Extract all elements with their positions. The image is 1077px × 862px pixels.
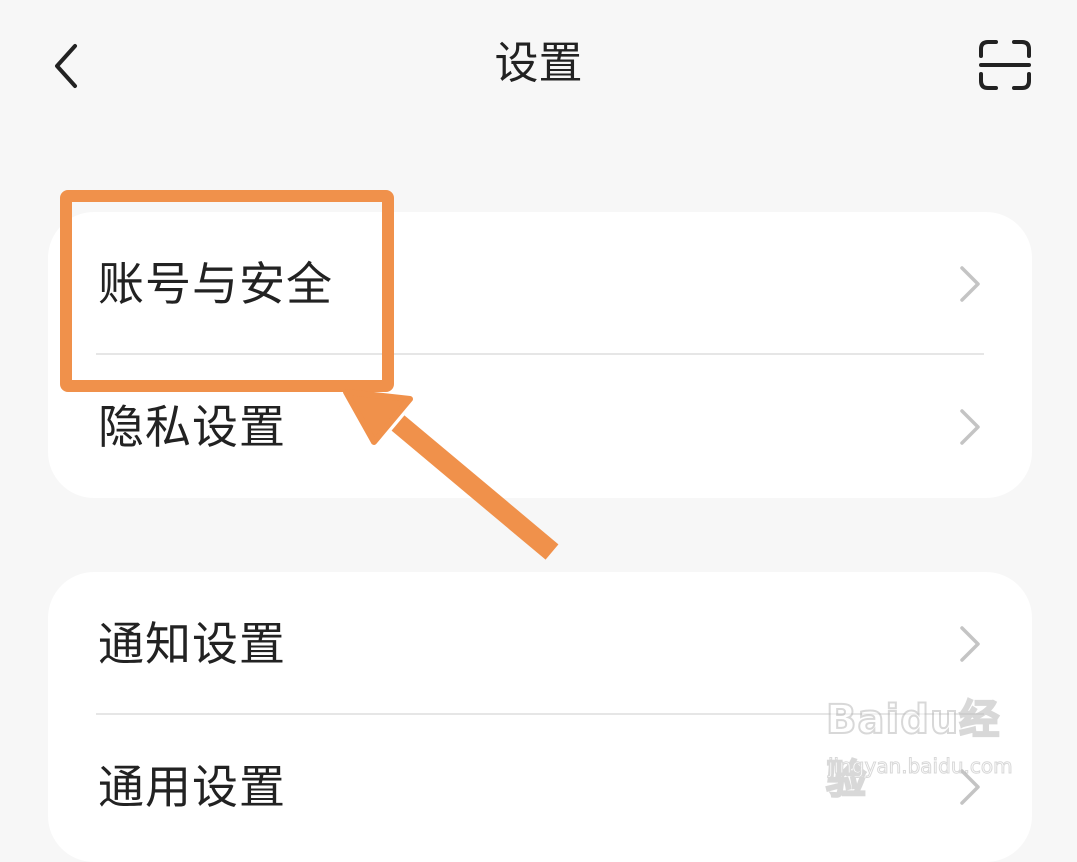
scan-icon <box>979 40 1031 90</box>
settings-item-label: 通知设置 <box>98 617 286 671</box>
settings-item-general[interactable]: 通用设置 <box>48 715 1032 858</box>
chevron-right-icon <box>960 409 980 445</box>
page-title: 设置 <box>494 38 583 89</box>
settings-item-notifications[interactable]: 通知设置 <box>48 572 1032 715</box>
settings-item-label: 账号与安全 <box>98 257 333 311</box>
header-bar: 设置 <box>0 0 1077 130</box>
chevron-right-icon <box>960 769 980 805</box>
settings-group-account: 账号与安全 隐私设置 <box>48 212 1032 498</box>
settings-item-privacy[interactable]: 隐私设置 <box>48 355 1032 498</box>
settings-item-account-security[interactable]: 账号与安全 <box>48 212 1032 355</box>
settings-item-label: 隐私设置 <box>98 400 286 454</box>
settings-group-general: 通知设置 通用设置 <box>48 572 1032 862</box>
scan-button[interactable] <box>972 34 1038 96</box>
chevron-right-icon <box>960 266 980 302</box>
settings-item-label: 通用设置 <box>98 760 286 814</box>
chevron-right-icon <box>960 626 980 662</box>
